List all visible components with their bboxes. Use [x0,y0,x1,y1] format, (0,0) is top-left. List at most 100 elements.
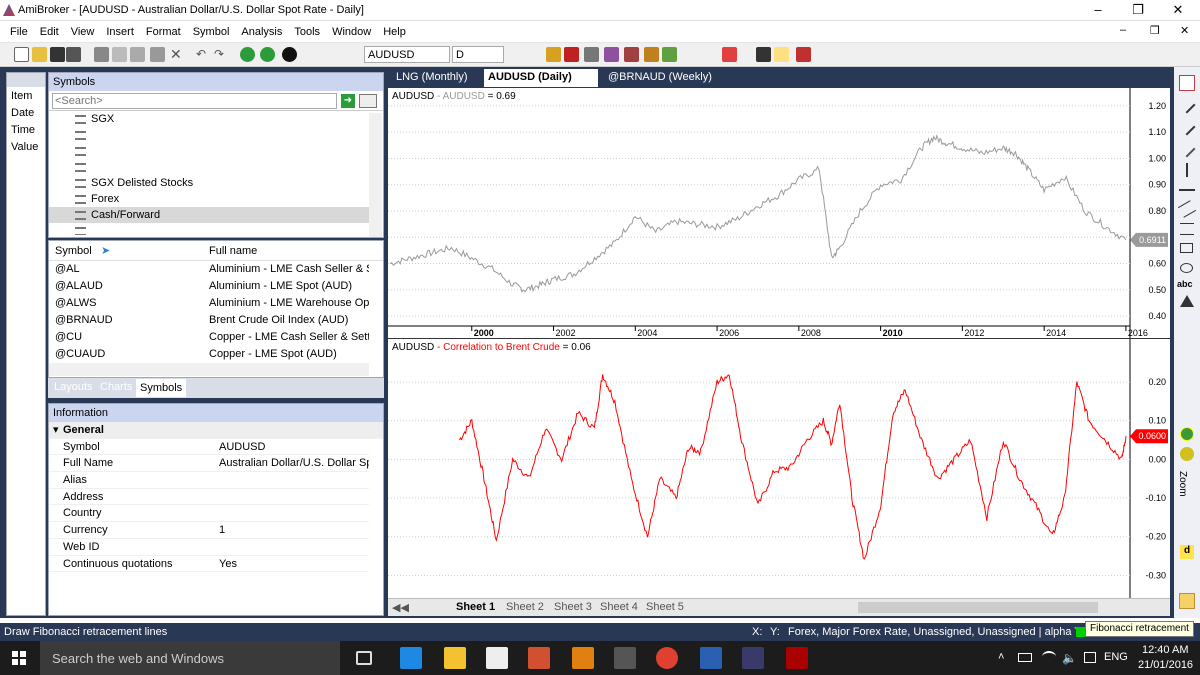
tab-audusd-daily[interactable]: AUDUSD (Daily) [484,69,598,87]
dotted-line-icon[interactable] [774,47,789,62]
formula-icon[interactable] [584,47,599,62]
ms-app-icon[interactable] [786,647,808,669]
triangle-icon[interactable] [1180,295,1194,307]
symbol-row[interactable]: @BRNAUD Brent Crude Oil Index (AUD) [49,312,369,329]
new-icon[interactable] [14,47,29,62]
info-icon[interactable] [282,47,297,62]
magic-icon[interactable] [644,47,659,62]
tab-charts[interactable]: Charts [100,381,132,393]
tree-item[interactable] [49,159,369,175]
save-all-icon[interactable] [66,47,81,62]
menu-file[interactable]: File [4,26,34,38]
doc-restore-button[interactable]: ❐ [1150,24,1160,37]
select-arrow-icon[interactable] [1179,75,1195,91]
delete-icon[interactable]: ✕ [170,47,185,62]
wifi-icon[interactable] [1042,651,1056,663]
task-view-icon[interactable] [356,651,372,665]
magnet-icon[interactable] [796,47,811,62]
print-icon[interactable] [94,47,109,62]
tree-item[interactable] [49,143,369,159]
amibroker-task-icon[interactable] [742,647,764,669]
windows-start-icon[interactable] [12,651,26,665]
open-icon[interactable] [32,47,47,62]
word-icon[interactable] [700,647,722,669]
zoom-in-icon[interactable] [1180,427,1194,441]
symbol-row[interactable]: @ALWS Aluminium - LME Warehouse Ope [49,295,369,312]
vertical-line-icon[interactable] [1186,163,1188,177]
forward-icon[interactable] [260,47,275,62]
menu-view[interactable]: View [65,26,101,38]
store-icon[interactable] [486,647,508,669]
text-abc-icon[interactable]: abc [1177,279,1193,289]
symbol-combo[interactable] [364,46,450,63]
sheet-hscrollbar[interactable] [858,602,1098,613]
menu-window[interactable]: Window [326,26,377,38]
wand-icon[interactable] [624,47,639,62]
clock-time[interactable]: 12:40 AM [1142,644,1188,656]
tree-scrollbar[interactable] [369,113,382,237]
battery-icon[interactable] [1018,653,1032,662]
sheet-nav-first[interactable]: ◀◀ [392,601,409,614]
info-group-general[interactable]: ▾ General [49,422,383,439]
chrome-icon[interactable] [656,647,678,669]
info-row[interactable]: Full Name Australian Dollar/U.S. Dollar S… [49,455,369,473]
redo-icon[interactable]: ↷ [214,47,229,62]
draw-d-icon[interactable]: d [1180,545,1194,559]
correlation-chart-pane[interactable]: 0.20 0.10 0.00 -0.10 -0.20 -0.30 0.0600 AUDUSD… [388,338,1170,599]
col-symbol-header[interactable]: Symbol [55,241,92,261]
sheet-3-tab[interactable]: Sheet 3 [554,601,592,613]
menu-insert[interactable]: Insert [100,26,140,38]
volume-icon[interactable]: 🔈 [1062,651,1077,665]
cut-icon[interactable] [112,47,127,62]
channel-icon[interactable] [1177,200,1197,218]
go-icon[interactable]: ➜ [341,94,355,108]
sheet-4-tab[interactable]: Sheet 4 [600,601,638,613]
doc-close-button[interactable]: ✕ [1180,24,1189,37]
menu-help[interactable]: Help [377,26,412,38]
tree-item[interactable] [49,127,369,143]
tree-item[interactable]: SGX [49,111,369,127]
tab-brnaud-weekly[interactable]: @BRNAUD (Weekly) [604,69,716,87]
close-button[interactable]: ✕ [1158,0,1198,21]
menu-format[interactable]: Format [140,26,187,38]
symbol-row[interactable]: @ALAUD Aluminium - LME Spot (AUD) [49,278,369,295]
interval-combo[interactable] [452,46,504,63]
back-icon[interactable] [240,47,255,62]
rectangle-icon[interactable] [1180,243,1193,253]
symbol-search-input[interactable] [52,93,337,109]
symbol-row[interactable]: @CU Copper - LME Cash Seller & Settler [49,329,369,346]
tab-layouts[interactable]: Layouts [54,381,93,393]
tree-item[interactable] [49,223,369,235]
info-row[interactable]: Currency 1 [49,522,369,539]
fibonacci-icon[interactable] [1180,223,1194,235]
paste-icon[interactable] [150,47,165,62]
tab-symbols[interactable]: Symbols [136,379,187,397]
info-row[interactable]: Alias [49,472,369,489]
calculator-icon[interactable] [614,647,636,669]
sheet-5-tab[interactable]: Sheet 5 [646,601,684,613]
tree-item[interactable]: Forex [49,191,369,207]
ray-icon[interactable] [1178,118,1196,136]
info-row[interactable]: Symbol AUDUSD [49,439,369,456]
save-icon[interactable] [50,47,65,62]
settings-panel-icon[interactable] [1179,593,1195,609]
edge-icon[interactable] [400,647,422,669]
copy-icon[interactable] [130,47,145,62]
list-hscrollbar[interactable] [49,363,369,376]
menu-tools[interactable]: Tools [288,26,326,38]
trendline-icon[interactable] [1178,96,1196,114]
menu-edit[interactable]: Edit [34,26,65,38]
info-row[interactable]: Country [49,505,369,523]
media-icon[interactable] [528,647,550,669]
sheet-2-tab[interactable]: Sheet 2 [506,601,544,613]
line-icon[interactable] [1178,140,1196,158]
ellipse-icon[interactable] [1180,263,1193,273]
menu-symbol[interactable]: Symbol [187,26,236,38]
horizontal-line-icon[interactable] [1179,189,1195,191]
outlook-icon[interactable] [572,647,594,669]
symbol-row[interactable]: @AL Aluminium - LME Cash Seller & Se [49,261,369,278]
taskbar-search-box[interactable]: Search the web and Windows [40,641,340,675]
info-row[interactable]: Web ID [49,539,369,556]
tree-item[interactable]: SGX Delisted Stocks [49,175,369,191]
language-indicator[interactable]: ENG [1104,651,1128,663]
